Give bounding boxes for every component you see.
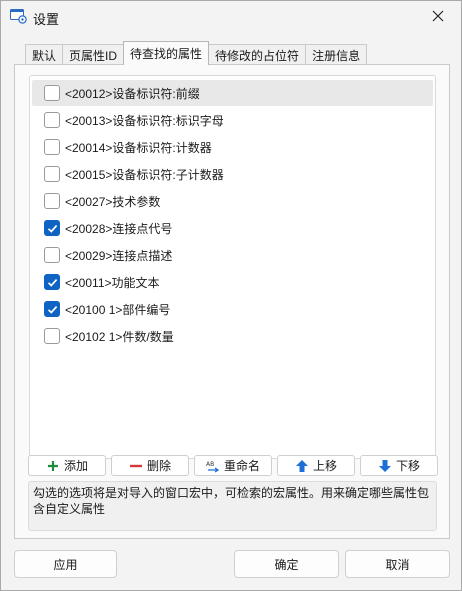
list-item[interactable]: <20011>功能文本 bbox=[32, 269, 433, 295]
list-item-label: <20028>连接点代号 bbox=[65, 221, 173, 236]
list-item[interactable]: <20013>设备标识符:标识字母 bbox=[32, 107, 433, 133]
tab-page-property-id[interactable]: 页属性ID bbox=[62, 44, 125, 65]
move-down-button[interactable]: 下移 bbox=[360, 455, 438, 476]
rename-icon: AB bbox=[206, 459, 220, 473]
list-item[interactable]: <20012>设备标识符:前缀 bbox=[32, 80, 433, 106]
checkbox[interactable] bbox=[44, 301, 60, 317]
list-item-label: <20011>功能文本 bbox=[65, 275, 160, 290]
plus-icon bbox=[46, 459, 60, 473]
list-item-label: <20015>设备标识符:子计数器 bbox=[65, 167, 224, 182]
description-text: 勾选的选项将是对导入的窗口宏中，可检索的宏属性。用来确定哪些属性包含自定义属性 bbox=[28, 481, 437, 531]
list-item-label: <20029>连接点描述 bbox=[65, 248, 173, 263]
list-item-label: <20013>设备标识符:标识字母 bbox=[65, 113, 224, 128]
tab-strip: 默认 页属性ID 待查找的属性 待修改的占位符 注册信息 bbox=[25, 41, 368, 65]
list-item[interactable]: <20015>设备标识符:子计数器 bbox=[32, 161, 433, 187]
checkbox[interactable] bbox=[44, 274, 60, 290]
move-down-button-label: 下移 bbox=[395, 459, 420, 473]
list-item[interactable]: <20027>技术参数 bbox=[32, 188, 433, 214]
rename-button-label: 重命名 bbox=[223, 459, 260, 473]
list-item-label: <20027>技术参数 bbox=[65, 194, 161, 209]
checkmark-icon bbox=[47, 305, 57, 314]
apply-button[interactable]: 应用 bbox=[14, 550, 117, 578]
tab-properties-to-find[interactable]: 待查找的属性 bbox=[123, 41, 210, 65]
arrow-down-icon bbox=[378, 459, 392, 473]
add-button-label: 添加 bbox=[63, 459, 88, 473]
rename-button[interactable]: AB 重命名 bbox=[194, 455, 272, 476]
tab-panel: <20012>设备标识符:前缀 <20013>设备标识符:标识字母 <20014… bbox=[14, 64, 450, 539]
checkmark-icon bbox=[47, 224, 57, 233]
minus-icon bbox=[129, 459, 143, 473]
list-item-label: <20100 1>部件编号 bbox=[65, 302, 171, 317]
checkbox[interactable] bbox=[44, 328, 60, 344]
list-item[interactable]: <20029>连接点描述 bbox=[32, 242, 433, 268]
title-bar: 设置 bbox=[1, 1, 461, 33]
list-item[interactable]: <20102 1>件数/数量 bbox=[32, 323, 433, 349]
checkbox[interactable] bbox=[44, 166, 60, 182]
property-list[interactable]: <20012>设备标识符:前缀 <20013>设备标识符:标识字母 <20014… bbox=[29, 75, 436, 459]
list-item[interactable]: <20100 1>部件编号 bbox=[32, 296, 433, 322]
arrow-up-icon bbox=[295, 459, 309, 473]
checkbox[interactable] bbox=[44, 139, 60, 155]
list-item-label: <20012>设备标识符:前缀 bbox=[65, 86, 200, 101]
window-title: 设置 bbox=[33, 12, 60, 27]
tab-registration-info[interactable]: 注册信息 bbox=[305, 44, 368, 65]
list-item[interactable]: <20014>设备标识符:计数器 bbox=[32, 134, 433, 160]
checkbox[interactable] bbox=[44, 112, 60, 128]
checkbox[interactable] bbox=[44, 220, 60, 236]
checkbox[interactable] bbox=[44, 193, 60, 209]
checkbox[interactable] bbox=[44, 247, 60, 263]
move-up-button-label: 上移 bbox=[312, 459, 337, 473]
cancel-button[interactable]: 取消 bbox=[345, 550, 450, 578]
svg-text:AB: AB bbox=[206, 461, 214, 468]
close-button[interactable] bbox=[423, 3, 453, 29]
move-up-button[interactable]: 上移 bbox=[277, 455, 355, 476]
add-button[interactable]: 添加 bbox=[28, 455, 106, 476]
tab-default[interactable]: 默认 bbox=[25, 44, 64, 65]
list-item-label: <20102 1>件数/数量 bbox=[65, 329, 174, 344]
list-item-label: <20014>设备标识符:计数器 bbox=[65, 140, 212, 155]
settings-window-icon bbox=[10, 9, 27, 24]
delete-button-label: 删除 bbox=[146, 459, 171, 473]
list-item[interactable]: <20028>连接点代号 bbox=[32, 215, 433, 241]
checkbox[interactable] bbox=[44, 85, 60, 101]
ok-button[interactable]: 确定 bbox=[234, 550, 339, 578]
settings-dialog: 设置 默认 页属性ID 待查找的属性 待修改的占位符 注册信息 <20012>设… bbox=[0, 0, 462, 591]
delete-button[interactable]: 删除 bbox=[111, 455, 189, 476]
checkmark-icon bbox=[47, 278, 57, 287]
close-icon bbox=[432, 10, 444, 22]
tab-placeholders-to-modify[interactable]: 待修改的占位符 bbox=[208, 44, 307, 65]
